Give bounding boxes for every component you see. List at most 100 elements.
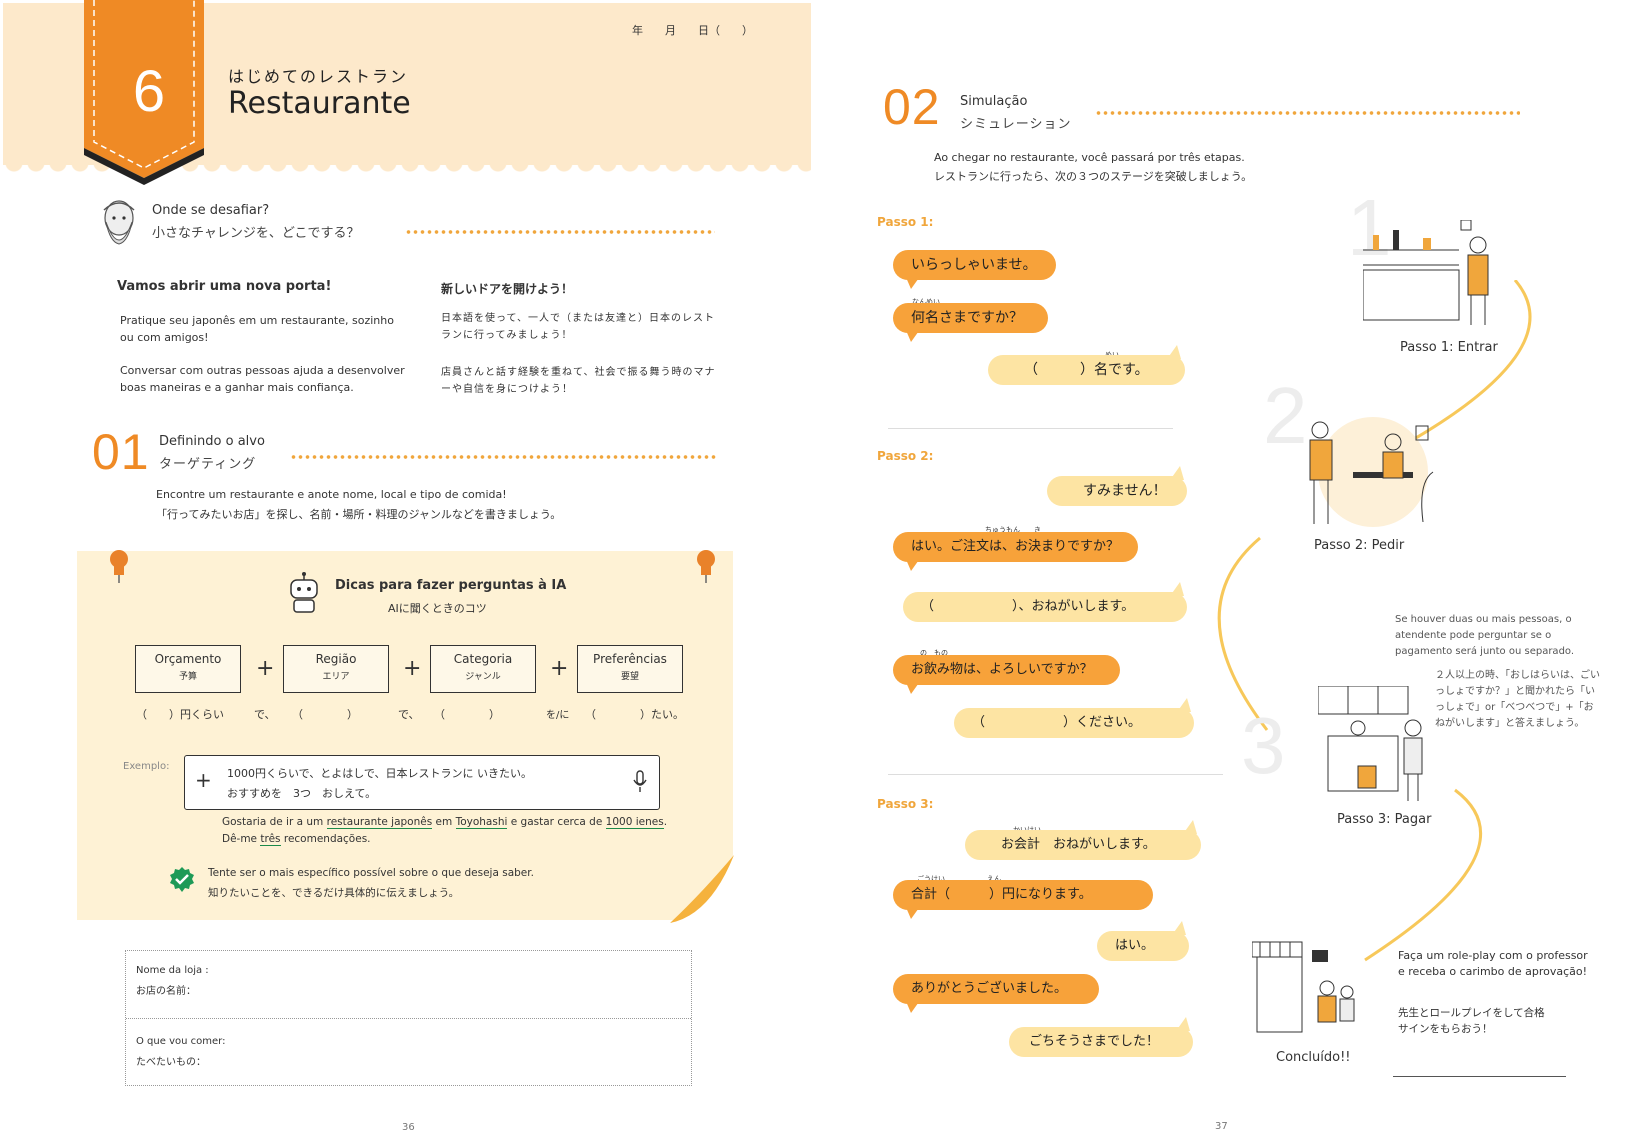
example-translation-1: Gostaria de ir a um restaurante japonês …	[222, 816, 668, 829]
bubble-tail	[905, 680, 921, 694]
teacher-avatar-icon	[103, 200, 135, 245]
restaurant-entrance-illustration-icon	[1363, 220, 1489, 325]
bubble-tail	[1170, 466, 1184, 480]
divider	[888, 428, 1173, 429]
fill-preferences: （ ）たい。	[585, 708, 684, 721]
bubble-tail	[1170, 582, 1184, 596]
challenge-jp-title: 新しいドアを開けよう！	[441, 282, 574, 296]
example-line-1: 1000円くらいで、とよはしで、日本レストランに いきたい。	[227, 767, 532, 780]
box-label-jp: 要望	[620, 672, 639, 682]
verified-badge-icon	[170, 867, 194, 892]
plus-sign: +	[403, 656, 422, 681]
speech-bubble-customer: すみません！	[1047, 476, 1187, 506]
passo-2-label: Passo 2:	[877, 449, 934, 463]
divider	[888, 774, 1223, 775]
note-jp: ２人以上の時、「おしはらいは、ごいっしょですか？」と聞かれたら「いっしょで」or…	[1435, 670, 1600, 729]
page-number: 36	[402, 1122, 415, 1133]
section-number-02: 02	[883, 79, 941, 135]
note-pt: Se houver duas ou mais pessoas, o atende…	[1395, 614, 1575, 657]
fill-budget: （ ）円くらい	[136, 708, 224, 721]
date-line: 年 月 日（ ）	[632, 24, 753, 37]
speech-bubble-staff: お飲み物は、よろしいですか？	[893, 655, 1120, 685]
box-label-jp: 予算	[178, 672, 197, 682]
box-label: Preferências	[593, 652, 667, 666]
speech-bubble-customer: （ ）、おねがいします。	[903, 592, 1187, 622]
dotted-divider	[1095, 111, 1520, 115]
challenge-jp-p1: 日本語を使って、一人で（または友達と）日本のレストランに行ってみましょう！	[441, 313, 715, 341]
bubble-tail	[905, 557, 921, 571]
fill-category: （ ）	[434, 708, 500, 721]
section01-desc: Encontre um restaurante e anote nome, lo…	[156, 488, 507, 501]
speech-bubble-customer: ごちそうさまでした！	[1009, 1027, 1193, 1057]
add-icon: +	[195, 768, 212, 792]
challenge-heading-jp: 小さなチャレンジを、どこでする？	[152, 226, 360, 241]
page-number: 37	[1215, 1121, 1228, 1132]
fill-particle: で、	[254, 708, 276, 721]
box-label: Região	[315, 652, 357, 666]
section01-title-jp: ターゲティング	[159, 457, 257, 472]
tips-title: Dicas para fazer perguntas à IA	[335, 578, 567, 593]
section01-desc-jp: 「行ってみたいお店」を探し、名前・場所・料理のジャンルなどを書きましょう。	[156, 508, 562, 521]
pushpin-icon	[110, 550, 128, 583]
fill-particle: で、	[398, 708, 420, 721]
example-translation-2: Dê-me três recomendações.	[222, 833, 371, 846]
challenge-jp-p2: 店員さんと話す経験を重ねて、社会で振る舞う時のマナーや自信を身につけよう！	[441, 367, 716, 395]
passo-1-label: Passo 1:	[877, 215, 934, 229]
completed-illustration-icon	[1252, 941, 1355, 1033]
bubble-tail	[905, 999, 921, 1013]
form-field-food-label-jp: たべたいもの：	[136, 1057, 206, 1068]
pushpin-icon	[697, 550, 715, 583]
left-page: 6 はじめてのレストラン Restaurante 年 月 日（ ） Onde s…	[0, 0, 815, 1145]
bubble-tail	[905, 328, 921, 342]
speech-bubble-customer: はい。	[1097, 931, 1189, 961]
section02-title-jp: シミュレーション	[960, 117, 1072, 132]
speech-bubble-customer: （ ）ください。	[954, 708, 1194, 738]
speech-bubble-customer: （ ）名です。	[988, 355, 1185, 385]
chapter-title-jp: はじめてのレストラン	[228, 67, 409, 86]
plus-sign: +	[256, 656, 275, 681]
form-field-food-label: O que vou comer:	[136, 1036, 226, 1047]
chapter-number: 6	[132, 59, 166, 124]
dotted-divider	[290, 455, 718, 459]
step-caption: Passo 1: Entrar	[1400, 340, 1498, 355]
step-number: 3	[1241, 701, 1286, 790]
box-label-jp: ジャンル	[465, 672, 501, 682]
restaurant-form: Nome da loja : お店の名前： O que vou comer: た…	[125, 950, 692, 1086]
page-curl-icon	[670, 855, 734, 923]
dotted-divider	[405, 230, 715, 234]
section02-title: Simulação	[960, 94, 1028, 109]
bubble-tail	[905, 905, 921, 919]
example-prompt-input[interactable]: + 1000円くらいで、とよはしで、日本レストランに いきたい。 おすすめを 3…	[184, 755, 660, 810]
fill-particle: を/に	[546, 710, 570, 721]
step-caption: Passo 2: Pedir	[1314, 538, 1405, 553]
challenge-pt-title: Vamos abrir uma nova porta!	[117, 279, 332, 294]
form-divider	[126, 1018, 691, 1019]
roleplay-jp: 先生とロールプレイをして合格サインをもらおう！	[1398, 1007, 1545, 1035]
microphone-icon	[633, 770, 647, 792]
speech-bubble-staff: はい。ご注文は、お決まりですか？	[893, 532, 1138, 562]
form-field-shop-name-label: Nome da loja :	[136, 965, 209, 976]
bubble-tail	[1172, 921, 1186, 935]
fill-region: （ ）	[292, 708, 358, 721]
passo-3-label: Passo 3:	[877, 797, 934, 811]
example-label: Exemplo:	[123, 761, 170, 772]
step-caption: Concluído!!	[1276, 1050, 1351, 1065]
challenge-pt-p1: Pratique seu japonês em um restaurante, …	[120, 314, 394, 344]
right-page: 02 Simulação シミュレーション Ao chegar no resta…	[815, 0, 1631, 1145]
example-line-2: おすすめを 3つ おしえて。	[227, 787, 377, 800]
box-label-jp: エリア	[322, 672, 350, 682]
section-number-01: 01	[92, 424, 150, 480]
paying-illustration-icon	[1318, 686, 1423, 801]
chapter-title: Restaurante	[228, 86, 411, 121]
hint-text: Tente ser o mais específico possível sob…	[208, 867, 534, 879]
ordering-illustration-icon	[1309, 417, 1434, 527]
speech-bubble-staff: ありがとうございました。	[893, 974, 1099, 1004]
box-label: Categoria	[453, 652, 513, 666]
formula-box-region: Região エリア	[283, 645, 389, 693]
step-caption: Passo 3: Pagar	[1337, 812, 1432, 827]
section02-desc: Ao chegar no restaurante, você passará p…	[934, 151, 1245, 164]
section02-desc-jp: レストランに行ったら、次の３つのステージを突破しましょう。	[934, 170, 1253, 183]
challenge-heading: Onde se desafiar?	[152, 203, 270, 218]
tips-title-jp: AIに聞くときのコツ	[388, 602, 487, 615]
bubble-tail	[1177, 698, 1191, 712]
